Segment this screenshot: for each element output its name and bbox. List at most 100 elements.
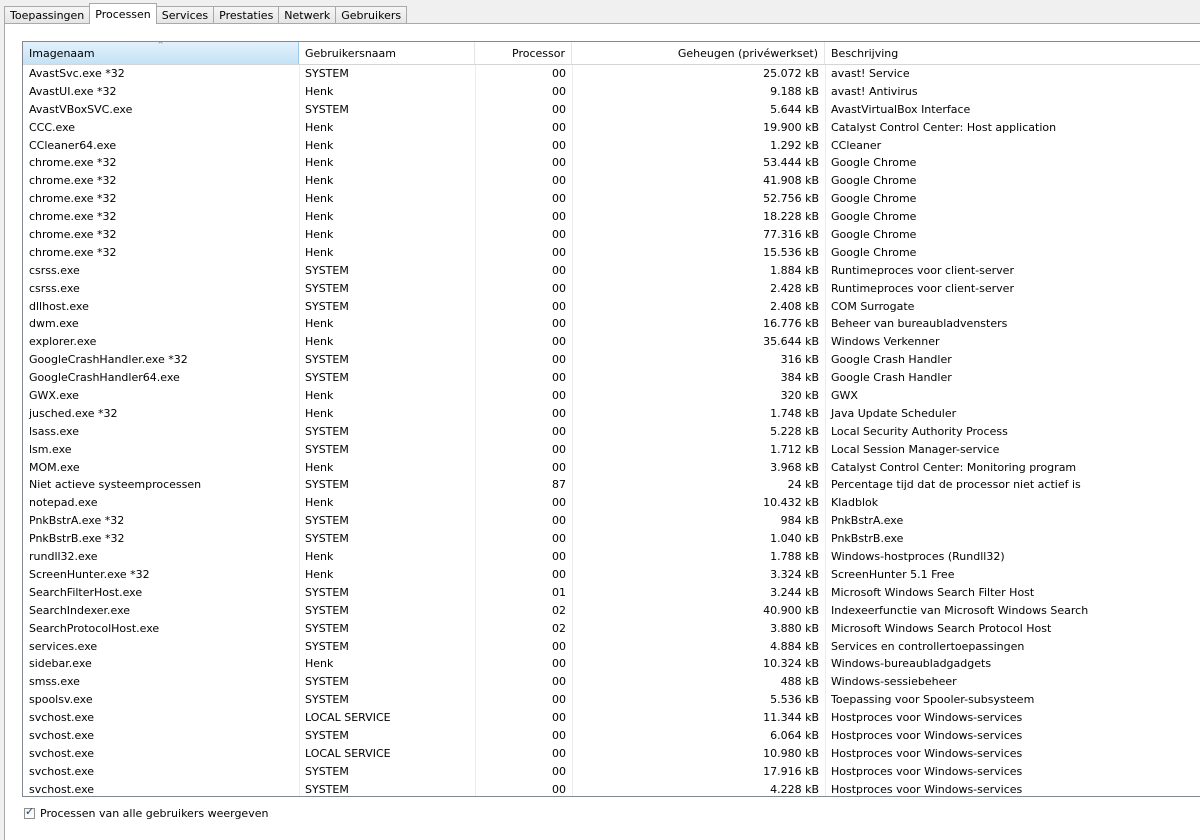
sort-ascending-icon: ^ [157, 42, 164, 49]
cpu-usage-cell: 00 [552, 782, 566, 796]
description-cell: avast! Service [831, 67, 910, 80]
table-row[interactable]: svchost.exe SYSTEM 00 6.064 kB Hostproces vo… [23, 727, 1200, 745]
table-row[interactable]: dwm.exe Henk 00 16.776 kB Beheer van bureaub… [23, 315, 1200, 333]
show-all-users-label[interactable]: Processen van alle gebruikers weergeven [40, 807, 268, 820]
cpu-usage-cell: 00 [552, 639, 566, 653]
process-name-cell: sidebar.exe [29, 657, 92, 671]
table-row[interactable]: Niet actieve systeemprocessen SYSTEM 87 24 … [23, 476, 1200, 494]
table-row[interactable]: CCC.exe Henk 00 19.900 kB Catalyst Control C… [23, 119, 1200, 137]
table-row[interactable]: SearchFilterHost.exe SYSTEM 01 3.244 kB Micr… [23, 584, 1200, 602]
tab-toepassingen[interactable]: Toepassingen [4, 6, 91, 24]
memory-usage-cell: 24 kB [787, 478, 819, 492]
table-row[interactable]: chrome.exe *32 Henk 00 52.756 kB Google Chro… [23, 190, 1200, 208]
table-row[interactable]: chrome.exe *32 Henk 00 41.908 kB Google Chro… [23, 172, 1200, 190]
process-rows: AvastSvc.exe *32 SYSTEM 00 25.072 kB avast! … [23, 65, 1200, 796]
table-row[interactable]: chrome.exe *32 Henk 00 53.444 kB Google Chro… [23, 154, 1200, 172]
column-header-beschrijving[interactable]: Beschrijving [825, 42, 1200, 64]
cpu-usage-cell: 00 [552, 389, 566, 403]
table-row[interactable]: chrome.exe *32 Henk 00 18.228 kB Google Chro… [23, 208, 1200, 226]
tab-netwerk[interactable]: Netwerk [278, 6, 337, 24]
table-row[interactable]: PnkBstrB.exe *32 SYSTEM 00 1.040 kB PnkBstrB… [23, 530, 1200, 548]
table-row[interactable]: AvastVBoxSVC.exe SYSTEM 00 5.644 kB AvastVir… [23, 101, 1200, 119]
process-name-cell: svchost.exe [29, 728, 95, 742]
cpu-usage-cell: 00 [552, 406, 566, 420]
table-row[interactable]: SearchProtocolHost.exe SYSTEM 02 3.880 kB Mi… [23, 620, 1200, 638]
process-name-cell: jusched.exe *32 [29, 406, 118, 420]
table-row[interactable]: PnkBstrA.exe *32 SYSTEM 00 984 kB PnkBstrA.e… [23, 512, 1200, 530]
table-row[interactable]: chrome.exe *32 Henk 00 15.536 kB Google Chro… [23, 244, 1200, 262]
column-header-label: Gebruikersnaam [305, 47, 396, 60]
column-header-processor[interactable]: Processor [475, 42, 572, 64]
table-row[interactable]: AvastUI.exe *32 Henk 00 9.188 kB avast! Anti… [23, 83, 1200, 101]
table-row[interactable]: svchost.exe SYSTEM 00 4.228 kB Hostproces vo… [23, 781, 1200, 796]
memory-usage-cell: 1.040 kB [770, 532, 819, 546]
table-row[interactable]: rundll32.exe Henk 00 1.788 kB Windows-hostpr… [23, 548, 1200, 566]
table-row[interactable]: spoolsv.exe SYSTEM 00 5.536 kB Toepassing vo… [23, 691, 1200, 709]
column-header-gebruikersnaam[interactable]: Gebruikersnaam [299, 42, 475, 64]
memory-usage-cell: 3.968 kB [770, 460, 819, 474]
tab-gebruikers[interactable]: Gebruikers [335, 6, 408, 24]
cpu-usage-cell: 00 [552, 442, 566, 456]
table-row[interactable]: lsass.exe SYSTEM 00 5.228 kB Local Security … [23, 423, 1200, 441]
show-all-users-checkbox[interactable]: ✓ [24, 805, 35, 819]
table-row[interactable]: csrss.exe SYSTEM 00 2.428 kB Runtimeproces v… [23, 280, 1200, 298]
memory-usage-cell: 4.884 kB [770, 639, 819, 653]
table-row[interactable]: services.exe SYSTEM 00 4.884 kB Services en … [23, 638, 1200, 656]
cpu-usage-cell: 00 [552, 156, 566, 170]
show-all-users-option[interactable]: ✓ Processen van alle gebruikers weergeve… [24, 805, 268, 821]
table-row[interactable]: explorer.exe Henk 00 35.644 kB Windows Verke… [23, 333, 1200, 351]
table-row[interactable]: ScreenHunter.exe *32 Henk 00 3.324 kB Screen… [23, 566, 1200, 584]
user-name-cell: Henk [305, 496, 334, 510]
process-name-cell: SearchIndexer.exe [29, 603, 131, 617]
cpu-usage-cell: 00 [552, 460, 566, 474]
table-row[interactable]: GoogleCrashHandler.exe *32 SYSTEM 00 316 kB… [23, 351, 1200, 369]
memory-usage-cell: 2.408 kB [770, 299, 819, 313]
description-cell: Google Chrome [831, 156, 917, 170]
description-cell: Windows Verkenner [831, 335, 940, 349]
column-header-imagenaam[interactable]: ^ Imagenaam [23, 42, 299, 64]
process-name-cell: notepad.exe [29, 496, 98, 510]
memory-usage-cell: 3.880 kB [770, 621, 819, 635]
table-row[interactable]: CCleaner64.exe Henk 00 1.292 kB CCleaner [23, 137, 1200, 155]
memory-usage-cell: 15.536 kB [763, 245, 819, 259]
memory-usage-cell: 10.432 kB [763, 496, 819, 510]
table-row[interactable]: svchost.exe LOCAL SERVICE 00 10.980 kB Hostp… [23, 745, 1200, 763]
memory-usage-cell: 40.900 kB [763, 603, 819, 617]
table-row[interactable]: notepad.exe Henk 00 10.432 kB Kladblok [23, 494, 1200, 512]
tab-prestaties[interactable]: Prestaties [213, 6, 280, 24]
table-row[interactable]: lsm.exe SYSTEM 00 1.712 kB Local Session Man… [23, 441, 1200, 459]
column-header-geheugen[interactable]: Geheugen (privéwerkset) [572, 42, 825, 64]
user-name-cell: Henk [305, 317, 334, 331]
memory-usage-cell: 5.644 kB [770, 102, 819, 116]
table-row[interactable]: jusched.exe *32 Henk 00 1.748 kB Java Update… [23, 405, 1200, 423]
cpu-usage-cell: 00 [552, 514, 566, 528]
user-name-cell: Henk [305, 192, 334, 206]
process-name-cell: GoogleCrashHandler.exe *32 [29, 353, 188, 367]
table-row[interactable]: svchost.exe SYSTEM 00 17.916 kB Hostproces v… [23, 763, 1200, 781]
table-row[interactable]: SearchIndexer.exe SYSTEM 02 40.900 kB Indexe… [23, 602, 1200, 620]
description-cell: Runtimeproces voor client-server [831, 263, 1014, 277]
user-name-cell: SYSTEM [305, 621, 349, 635]
cpu-usage-cell: 00 [552, 550, 566, 564]
process-name-cell: smss.exe [29, 675, 80, 689]
table-row[interactable]: csrss.exe SYSTEM 00 1.884 kB Runtimeproces v… [23, 262, 1200, 280]
process-list[interactable]: ^ Imagenaam Gebruikersnaam Processor Geh… [22, 41, 1200, 797]
user-name-cell: Henk [305, 460, 334, 474]
user-name-cell: SYSTEM [305, 102, 349, 116]
cpu-usage-cell: 00 [552, 245, 566, 259]
table-row[interactable]: chrome.exe *32 Henk 00 77.316 kB Google Chro… [23, 226, 1200, 244]
memory-usage-cell: 25.072 kB [763, 67, 819, 80]
table-row[interactable]: svchost.exe LOCAL SERVICE 00 11.344 kB Hostp… [23, 709, 1200, 727]
table-row[interactable]: dllhost.exe SYSTEM 00 2.408 kB COM Surrogate [23, 298, 1200, 316]
table-row[interactable]: sidebar.exe Henk 00 10.324 kB Windows-bureau… [23, 655, 1200, 673]
description-cell: Toepassing voor Spooler-subsysteem [831, 693, 1035, 707]
tab-processen[interactable]: Processen [89, 3, 157, 24]
process-name-cell: AvastSvc.exe *32 [29, 67, 125, 80]
tab-services[interactable]: Services [155, 6, 215, 24]
table-row[interactable]: AvastSvc.exe *32 SYSTEM 00 25.072 kB avast! … [23, 65, 1200, 83]
table-row[interactable]: GoogleCrashHandler64.exe SYSTEM 00 384 kB Go… [23, 369, 1200, 387]
table-row[interactable]: MOM.exe Henk 00 3.968 kB Catalyst Control Ce… [23, 459, 1200, 477]
table-row[interactable]: smss.exe SYSTEM 00 488 kB Windows-sessiebehe… [23, 673, 1200, 691]
table-row[interactable]: GWX.exe Henk 00 320 kB GWX [23, 387, 1200, 405]
user-name-cell: SYSTEM [305, 675, 349, 689]
